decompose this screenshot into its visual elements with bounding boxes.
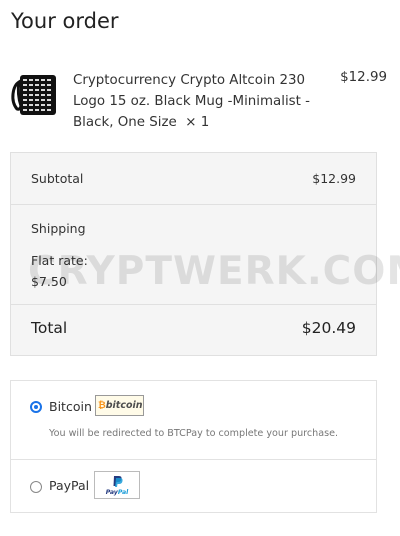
payment-methods: Bitcoin ₿bitcoin You will be redirected … [10, 380, 377, 513]
item-quantity: × 1 [185, 115, 210, 130]
total-row: Total $20.49 [11, 304, 376, 356]
page-title: Your order [11, 9, 119, 33]
shipping-rate: Flat rate: $7.50 [31, 250, 88, 292]
item-price: $12.99 [340, 70, 387, 85]
bitcoin-label[interactable]: Bitcoin [49, 399, 92, 414]
shipping-rate-value: $7.50 [31, 274, 67, 289]
total-label: Total [31, 319, 68, 337]
paypal-label[interactable]: PayPal [49, 478, 89, 493]
shipping-label: Shipping [31, 221, 86, 236]
bitcoin-description: You will be redirected to BTCPay to comp… [49, 428, 339, 439]
item-description: Cryptocurrency Crypto Altcoin 230 Logo 1… [73, 70, 318, 133]
payment-method-paypal[interactable]: PayPal PayPal [11, 459, 376, 513]
payment-method-bitcoin[interactable]: Bitcoin ₿bitcoin You will be redirected … [11, 381, 376, 460]
subtotal-label: Subtotal [31, 171, 84, 186]
bitcoin-logo-icon: ₿bitcoin [95, 395, 144, 416]
order-summary: Subtotal $12.99 Shipping Flat rate: $7.5… [10, 152, 377, 356]
paypal-p-icon [113, 476, 123, 487]
paypal-logo-icon: PayPal [94, 471, 140, 499]
bitcoin-logo-text: bitcoin [105, 400, 143, 411]
subtotal-value: $12.99 [312, 171, 356, 186]
order-item: Cryptocurrency Crypto Altcoin 230 Logo 1… [10, 68, 390, 132]
paypal-logo-text: PayPal [105, 489, 129, 496]
subtotal-row: Subtotal $12.99 [11, 153, 376, 205]
black-mug-icon [10, 70, 60, 120]
bitcoin-radio[interactable] [30, 401, 42, 413]
shipping-rate-label: Flat rate: [31, 253, 88, 268]
paypal-radio[interactable] [30, 481, 42, 493]
total-value: $20.49 [301, 319, 356, 337]
shipping-row: Shipping Flat rate: $7.50 [11, 204, 376, 305]
